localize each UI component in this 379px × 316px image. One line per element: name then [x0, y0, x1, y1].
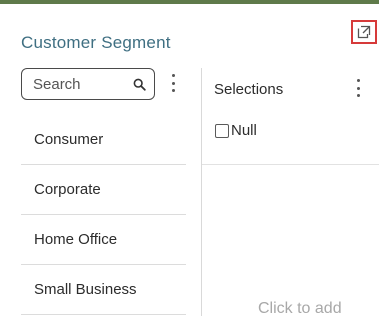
selections-heading: Selections: [214, 81, 284, 98]
list-item-consumer[interactable]: Consumer: [21, 115, 186, 165]
value-list: Consumer Corporate Home Office Small Bus…: [21, 115, 186, 315]
list-item-corporate[interactable]: Corporate: [21, 165, 186, 215]
null-label: Null: [231, 122, 257, 139]
top-accent-bar: [0, 0, 379, 4]
panel-title: Customer Segment: [21, 33, 171, 52]
search-input[interactable]: [33, 75, 133, 93]
click-to-add-hint[interactable]: Click to add: [258, 300, 342, 316]
list-item-small-business[interactable]: Small Business: [21, 265, 186, 315]
selection-item-null[interactable]: Null: [215, 122, 257, 139]
search-field[interactable]: [21, 68, 155, 100]
list-options-menu-icon[interactable]: [166, 74, 180, 92]
list-item-home-office[interactable]: Home Office: [21, 215, 186, 265]
search-icon[interactable]: [133, 78, 146, 91]
null-checkbox[interactable]: [215, 123, 229, 138]
column-divider: [201, 68, 202, 316]
expand-icon: [357, 25, 371, 39]
selections-divider: [202, 164, 379, 165]
filter-panel: Customer Segment Consumer Corporate Home…: [0, 0, 379, 316]
expand-button[interactable]: [351, 20, 377, 44]
selections-options-menu-icon[interactable]: [351, 79, 365, 97]
